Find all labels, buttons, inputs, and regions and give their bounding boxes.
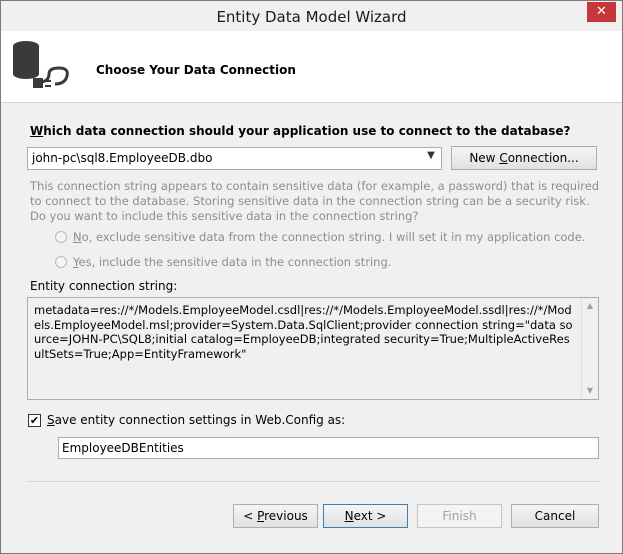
cancel-button[interactable]: Cancel [511,504,599,528]
connection-select-value: john-pc\sql8.EmployeeDB.dbo [32,151,213,165]
entities-name-input[interactable]: EmployeeDBEntities [58,437,599,459]
new-connection-button[interactable]: New Connection... [451,146,597,170]
save-settings-label: Save entity connection settings in Web.C… [47,413,346,427]
wizard-header: Choose Your Data Connection [1,31,622,103]
radio-exclude-sensitive[interactable]: No, exclude sensitive data from the conn… [55,230,585,244]
connection-string-text: metadata=res://*/Models.EmployeeModel.cs… [34,303,573,361]
save-settings-checkbox[interactable]: ✔ [28,414,41,427]
wizard-window: Entity Data Model Wizard ✕ Choose Your D… [0,0,623,554]
sensitive-data-warning: This connection string appears to contai… [30,179,600,223]
window-title: Entity Data Model Wizard [216,8,407,26]
close-button[interactable]: ✕ [587,2,616,22]
wizard-content: Which data connection should your applic… [1,104,622,554]
footer-separator [27,481,599,482]
previous-button[interactable]: < Previous [233,504,318,528]
chevron-down-icon: ▼ [427,150,435,161]
scroll-down-icon[interactable]: ▼ [582,383,598,399]
radio-circle [55,256,67,268]
radio-include-sensitive[interactable]: Yes, include the sensitive data in the c… [55,255,391,269]
connection-string-label: Entity connection string: [30,279,178,293]
page-heading: Choose Your Data Connection [96,63,296,77]
finish-button[interactable]: Finish [417,504,502,528]
title-bar: Entity Data Model Wizard ✕ [1,1,622,31]
vertical-scrollbar[interactable]: ▲ ▼ [581,298,598,399]
connection-select[interactable]: john-pc\sql8.EmployeeDB.dbo ▼ [27,147,442,170]
connection-question: Which data connection should your applic… [30,124,571,138]
scroll-up-icon[interactable]: ▲ [582,298,598,314]
connection-string-box[interactable]: metadata=res://*/Models.EmployeeModel.cs… [27,297,599,400]
radio-circle [55,231,67,243]
next-button[interactable]: Next > [323,504,408,528]
database-plug-icon [13,41,69,88]
